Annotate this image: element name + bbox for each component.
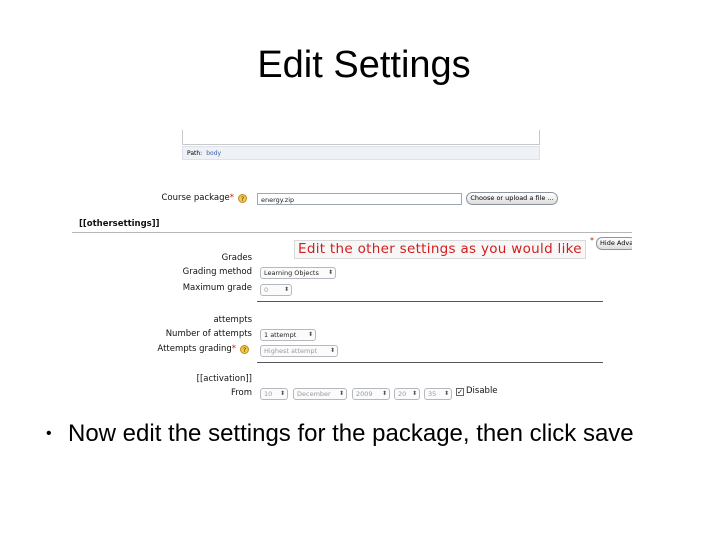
grading-method-label: Grading method [182, 267, 252, 277]
grades-divider [257, 301, 603, 302]
activation-heading: [[activation]] [196, 374, 252, 384]
attempts-heading: attempts [213, 315, 252, 325]
grades-heading: Grades [221, 253, 252, 263]
from-minute-value: 35 [428, 390, 437, 398]
select-arrow-icon: ⬍ [381, 390, 387, 397]
othersettings-section-header[interactable]: [[othersettings]] [72, 217, 632, 233]
select-arrow-icon: ⬍ [338, 390, 344, 397]
number-of-attempts-select[interactable]: 1 attempt ⬍ [260, 329, 316, 341]
attempts-grading-label: Attempts grading* [157, 344, 236, 354]
attempts-grading-value: Highest attempt [264, 347, 318, 355]
slide-title: Edit Settings [257, 44, 471, 86]
select-arrow-icon: ⬍ [443, 390, 449, 397]
number-of-attempts-label: Number of attempts [165, 329, 252, 339]
grading-method-value: Learning Objects [264, 269, 319, 277]
select-arrow-icon: ⬍ [283, 286, 289, 293]
select-arrow-icon: ⬍ [411, 390, 417, 397]
editor-path-bar: Path: body [182, 146, 540, 160]
disable-checkbox[interactable]: ✓ [456, 388, 464, 396]
select-arrow-icon: ⬍ [329, 347, 335, 354]
maximum-grade-label: Maximum grade [182, 283, 252, 293]
select-arrow-icon: ⬍ [279, 390, 285, 397]
hide-advanced-button[interactable]: Hide Advanced [596, 237, 632, 250]
maximum-grade-value: 0 [264, 286, 269, 294]
attempts-divider [257, 362, 603, 363]
html-editor-area[interactable] [182, 130, 540, 145]
annotation-star: * [590, 236, 594, 245]
from-day-value: 10 [264, 390, 273, 398]
path-label: Path: [187, 150, 203, 157]
maximum-grade-select[interactable]: 0 ⬍ [260, 284, 292, 296]
disable-label: Disable [466, 386, 498, 396]
bullet-icon: • [46, 425, 52, 442]
number-of-attempts-value: 1 attempt [264, 331, 297, 339]
section-header-label: [[othersettings]] [79, 219, 160, 229]
from-label: From [230, 388, 252, 398]
required-marker: * [231, 344, 236, 354]
from-day-select[interactable]: 10 ⬍ [260, 388, 288, 400]
from-hour-select[interactable]: 20 ⬍ [394, 388, 420, 400]
choose-file-button[interactable]: Choose or upload a file ... [466, 192, 558, 205]
attempts-grading-select[interactable]: Highest attempt ⬍ [260, 345, 338, 357]
help-icon[interactable]: ? [240, 345, 249, 354]
select-arrow-icon: ⬍ [327, 269, 333, 276]
from-year-select[interactable]: 2009 ⬍ [352, 388, 390, 400]
from-month-value: December [297, 390, 331, 398]
settings-screenshot: Path: body Course package* ? energy.zip C… [72, 130, 632, 406]
bullet-text: Now edit the settings for the package, t… [68, 420, 634, 447]
course-package-label: Course package* [161, 193, 234, 203]
path-body-link[interactable]: body [206, 150, 221, 157]
from-year-value: 2009 [356, 390, 373, 398]
course-package-input[interactable]: energy.zip [257, 193, 462, 205]
from-hour-value: 20 [398, 390, 407, 398]
from-month-select[interactable]: December ⬍ [293, 388, 347, 400]
annotation-callout: Edit the other settings as you would lik… [294, 240, 586, 259]
select-arrow-icon: ⬍ [307, 331, 313, 338]
grading-method-select[interactable]: Learning Objects ⬍ [260, 267, 336, 279]
from-minute-select[interactable]: 35 ⬍ [424, 388, 452, 400]
required-marker: * [229, 193, 234, 203]
help-icon[interactable]: ? [238, 194, 247, 203]
bullet-list: • Now edit the settings for the package,… [46, 420, 706, 448]
